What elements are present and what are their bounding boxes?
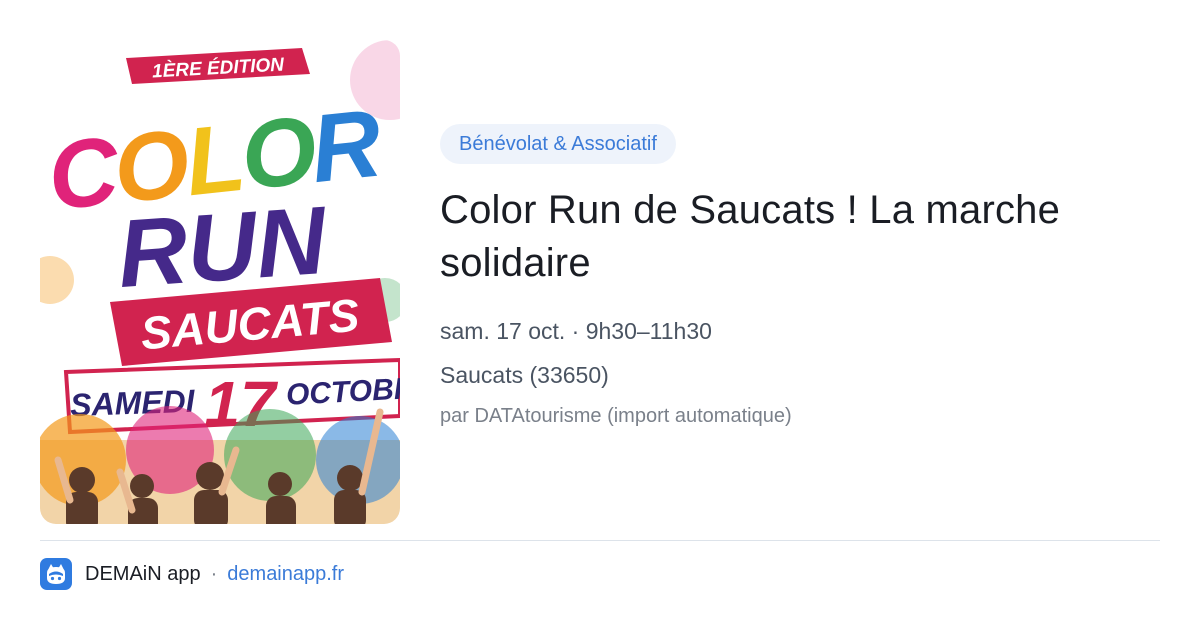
footer: DEMAiN app · demainapp.fr (40, 558, 344, 590)
demain-app-icon[interactable] (40, 558, 72, 590)
event-title[interactable]: Color Run de Saucats ! La marche solidai… (440, 184, 1160, 290)
event-source: par DATAtourisme (import automatique) (440, 405, 792, 427)
event-poster-image: 1ÈRE ÉDITION C O L O R RUN SAUCATS SAMED… (40, 40, 400, 524)
svg-text:R: R (306, 89, 386, 203)
month-text: OCTOBR (285, 372, 400, 412)
event-datetime: sam. 17 oct. · 9h30–11h30 (440, 318, 712, 344)
footer-divider (40, 540, 1160, 541)
category-badge[interactable]: Bénévolat & Associatif (440, 124, 676, 164)
event-preview-card: 1ÈRE ÉDITION C O L O R RUN SAUCATS SAMED… (0, 0, 1200, 630)
event-location: Saucats (33650) (440, 362, 609, 388)
footer-separator: · (210, 562, 218, 585)
app-name: DEMAiN app (85, 562, 201, 585)
event-info: Bénévolat & Associatif Color Run de Sauc… (440, 124, 1160, 430)
app-url-link[interactable]: demainapp.fr (227, 563, 344, 586)
